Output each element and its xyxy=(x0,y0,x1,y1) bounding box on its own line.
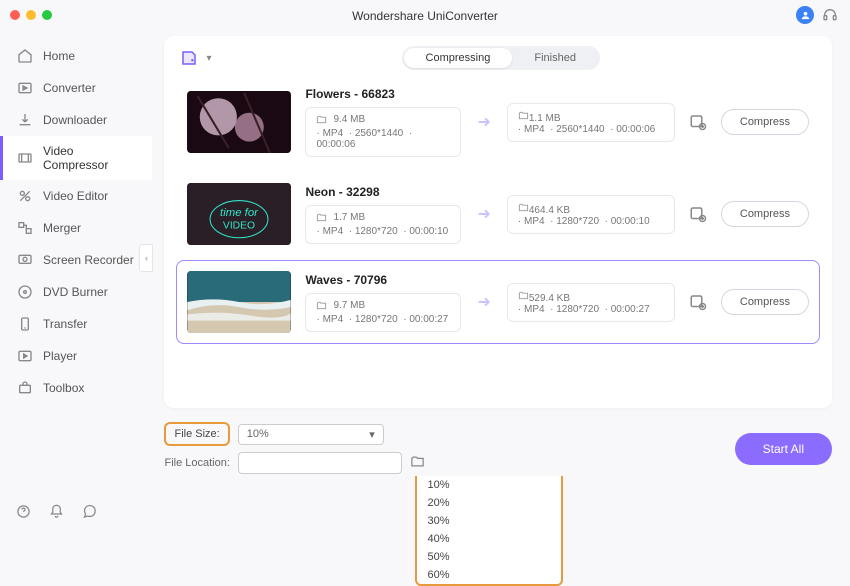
chevron-down-icon: ▾ xyxy=(369,428,375,441)
notification-icon[interactable] xyxy=(49,504,64,519)
sidebar-item-toolbox[interactable]: Toolbox xyxy=(0,372,152,404)
dvd-icon xyxy=(17,284,33,300)
video-thumbnail xyxy=(187,271,291,333)
maximize-window[interactable] xyxy=(42,10,52,20)
support-icon[interactable] xyxy=(822,7,838,23)
sidebar-item-label: Screen Recorder xyxy=(43,253,134,267)
status-tabs: Compressing Finished xyxy=(402,46,600,70)
file-size-select[interactable]: 10% ▾ xyxy=(238,424,384,445)
file-row[interactable]: time forVIDEO Neon - 32298 1.7 MB · MP4 … xyxy=(176,172,820,256)
sidebar-item-player[interactable]: Player xyxy=(0,340,152,372)
sidebar: Home Converter Downloader Video Compress… xyxy=(0,32,152,529)
source-info: 9.4 MB · MP4 · 2560*1440 · 00:00:06 xyxy=(305,107,461,157)
toolbox-icon xyxy=(17,380,33,396)
sidebar-item-merger[interactable]: Merger xyxy=(0,212,152,244)
sidebar-item-label: Transfer xyxy=(43,317,87,331)
source-info: 1.7 MB · MP4 · 1280*720 · 00:00:10 xyxy=(305,205,461,244)
sidebar-item-label: Converter xyxy=(43,81,96,95)
tab-compressing[interactable]: Compressing xyxy=(404,48,513,68)
row-settings-icon[interactable] xyxy=(689,293,707,311)
output-info: 529.4 KB · MP4 · 1280*720 · 00:00:27 xyxy=(507,283,675,322)
browse-folder-icon[interactable] xyxy=(410,454,425,472)
row-settings-icon[interactable] xyxy=(689,205,707,223)
sidebar-item-converter[interactable]: Converter xyxy=(0,72,152,104)
compress-button[interactable]: Compress xyxy=(721,201,809,227)
file-name: Waves - 70796 xyxy=(305,273,461,287)
help-icon[interactable] xyxy=(16,504,31,519)
output-info: 464.4 KB · MP4 · 1280*720 · 00:00:10 xyxy=(507,195,675,234)
main-panel: ▾ Compressing Finished Flowers - 66823 9… xyxy=(164,36,832,408)
merger-icon xyxy=(17,220,33,236)
recorder-icon xyxy=(17,252,33,268)
sidebar-item-video-compressor[interactable]: Video Compressor xyxy=(0,136,152,180)
file-size-option[interactable]: 30% xyxy=(417,512,561,530)
window-controls[interactable] xyxy=(10,10,52,20)
sidebar-item-label: Video Compressor xyxy=(43,144,138,172)
sidebar-item-label: Home xyxy=(43,49,75,63)
output-info: 1.1 MB · MP4 · 2560*1440 · 00:00:06 xyxy=(507,103,675,142)
sidebar-item-label: Downloader xyxy=(43,113,107,127)
transfer-icon xyxy=(17,316,33,332)
converter-icon xyxy=(17,80,33,96)
add-file-dropdown[interactable]: ▾ xyxy=(206,53,211,64)
sidebar-item-label: Video Editor xyxy=(43,189,108,203)
home-icon xyxy=(17,48,33,64)
app-title: Wondershare UniConverter xyxy=(352,9,498,23)
file-name: Neon - 32298 xyxy=(305,185,461,199)
arrow-icon: ➜ xyxy=(475,292,492,312)
sidebar-item-downloader[interactable]: Downloader xyxy=(0,104,152,136)
sidebar-item-video-editor[interactable]: Video Editor xyxy=(0,180,152,212)
file-row[interactable]: Flowers - 66823 9.4 MB · MP4 · 2560*1440… xyxy=(176,76,820,168)
file-size-option[interactable]: 50% xyxy=(417,548,561,566)
arrow-icon: ➜ xyxy=(475,204,492,224)
source-info: 9.7 MB · MP4 · 1280*720 · 00:00:27 xyxy=(305,293,461,332)
sidebar-item-label: DVD Burner xyxy=(43,285,108,299)
compress-button[interactable]: Compress xyxy=(721,289,809,315)
file-location-label: File Location: xyxy=(164,457,229,469)
file-location-input[interactable] xyxy=(238,452,402,474)
row-settings-icon[interactable] xyxy=(689,113,707,131)
file-row[interactable]: Waves - 70796 9.7 MB · MP4 · 1280*720 · … xyxy=(176,260,820,344)
title-bar: Wondershare UniConverter xyxy=(0,0,850,32)
sidebar-item-home[interactable]: Home xyxy=(0,40,152,72)
file-size-option[interactable]: 10% xyxy=(417,476,561,494)
close-window[interactable] xyxy=(10,10,20,20)
file-size-option[interactable]: 60% xyxy=(417,566,561,584)
file-size-value: 10% xyxy=(247,428,269,440)
sidebar-collapse-handle[interactable]: ‹ xyxy=(139,244,153,272)
file-list: Flowers - 66823 9.4 MB · MP4 · 2560*1440… xyxy=(164,74,832,350)
file-size-option[interactable]: 20% xyxy=(417,494,561,512)
start-all-button[interactable]: Start All xyxy=(735,433,832,465)
compressor-icon xyxy=(17,150,33,166)
sidebar-item-dvd-burner[interactable]: DVD Burner xyxy=(0,276,152,308)
feedback-icon[interactable] xyxy=(82,504,97,519)
editor-icon xyxy=(17,188,33,204)
svg-text:VIDEO: VIDEO xyxy=(223,220,255,231)
tab-finished[interactable]: Finished xyxy=(512,48,598,68)
download-icon xyxy=(17,112,33,128)
sidebar-item-transfer[interactable]: Transfer xyxy=(0,308,152,340)
file-size-label: File Size: xyxy=(164,422,229,446)
video-thumbnail: time forVIDEO xyxy=(187,183,291,245)
sidebar-item-label: Merger xyxy=(43,221,81,235)
user-avatar[interactable] xyxy=(796,6,814,24)
video-thumbnail xyxy=(187,91,291,153)
arrow-icon: ➜ xyxy=(475,112,492,132)
compress-button[interactable]: Compress xyxy=(721,109,809,135)
player-icon xyxy=(17,348,33,364)
file-size-dropdown: 10% 20% 30% 40% 50% 60% xyxy=(415,476,563,586)
sidebar-item-label: Player xyxy=(43,349,77,363)
file-name: Flowers - 66823 xyxy=(305,87,461,101)
sidebar-item-label: Toolbox xyxy=(43,381,84,395)
add-file-button[interactable] xyxy=(180,49,198,67)
file-size-option[interactable]: 40% xyxy=(417,530,561,548)
svg-text:time for: time for xyxy=(221,207,260,219)
sidebar-item-screen-recorder[interactable]: Screen Recorder xyxy=(0,244,152,276)
minimize-window[interactable] xyxy=(26,10,36,20)
